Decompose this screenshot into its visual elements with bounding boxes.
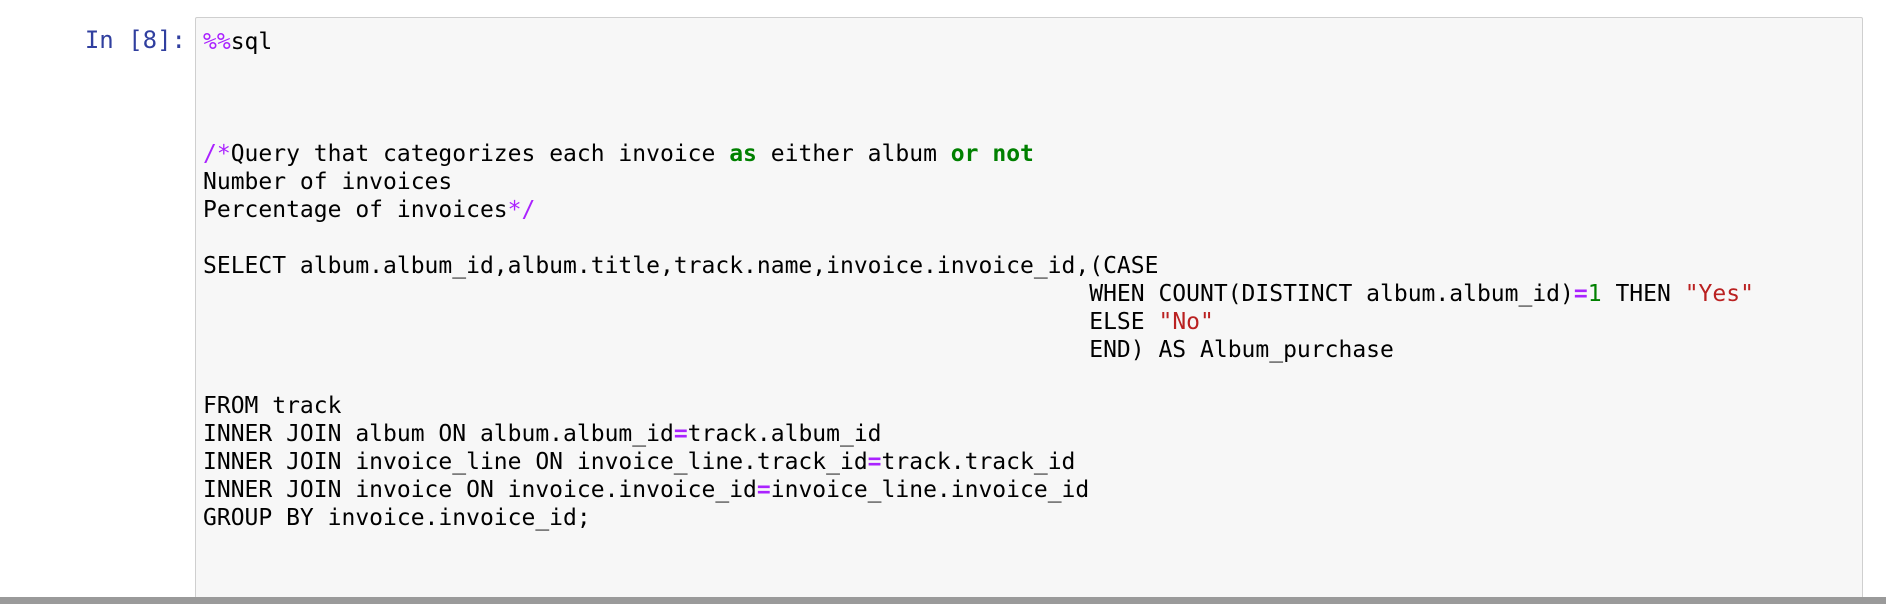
code-text: Query that categorizes each invoice [230, 141, 730, 167]
operator-token: = [867, 449, 882, 475]
comment-delimiter: */ [507, 197, 536, 223]
code-line: INNER JOIN album ON album.album_id=track… [203, 420, 1754, 448]
bottom-border [0, 597, 1886, 604]
code-line: END) AS Album_purchase [203, 336, 1754, 364]
code-line: %%sql [203, 28, 1754, 56]
magic-token: %% [203, 29, 231, 55]
code-line: Number of invoices [203, 168, 1754, 196]
code-line: INNER JOIN invoice ON invoice.invoice_id… [203, 476, 1754, 504]
code-line: GROUP BY invoice.invoice_id; [203, 504, 1754, 532]
code-text: invoice_line.invoice_id [770, 477, 1090, 503]
code-text: track.track_id [881, 449, 1076, 475]
code-text: either album [756, 141, 951, 167]
code-line: /*Query that categorizes each invoice as… [203, 140, 1754, 168]
code-line: FROM track [203, 392, 1754, 420]
operator-token: = [673, 421, 688, 447]
code-editor[interactable]: %%sql /*Query that categorizes each invoi… [195, 17, 1863, 599]
keyword-token: not [992, 141, 1034, 167]
code-text: Percentage of invoices [203, 197, 508, 223]
string-token: "Yes" [1684, 281, 1754, 307]
number-token: 1 [1587, 281, 1602, 307]
code-text: track.album_id [687, 421, 882, 447]
code-text: GROUP BY invoice.invoice_id; [203, 505, 591, 531]
code-line: Percentage of invoices*/ [203, 196, 1754, 224]
code-line: INNER JOIN invoice_line ON invoice_line.… [203, 448, 1754, 476]
code-text: INNER JOIN album ON album.album_id [203, 421, 674, 447]
keyword-token: as [729, 141, 757, 167]
code-text: INNER JOIN invoice_line ON invoice_line.… [203, 449, 868, 475]
code-text: END) AS Album_purchase [203, 337, 1394, 363]
comment-delimiter: /* [203, 141, 231, 167]
code-text: WHEN COUNT(DISTINCT album.album_id) [203, 281, 1574, 307]
code-text: INNER JOIN invoice ON invoice.invoice_id [203, 477, 757, 503]
code-line: ELSE "No" [203, 308, 1754, 336]
code-text: SELECT album.album_id,album.title,track.… [203, 253, 1159, 279]
code-text: sql [230, 29, 273, 55]
input-prompt: In [8]: [84, 26, 186, 54]
code-text: FROM track [203, 393, 342, 419]
sql-code: %%sql /*Query that categorizes each invoi… [203, 28, 1754, 532]
code-line: WHEN COUNT(DISTINCT album.album_id)=1 TH… [203, 280, 1754, 308]
operator-token: = [1573, 281, 1588, 307]
code-text: Number of invoices [203, 169, 453, 195]
code-cell: In [8]: %%sql /*Query that categorizes ea… [0, 0, 1886, 604]
code-text: THEN [1601, 281, 1685, 307]
operator-token: = [756, 477, 771, 503]
keyword-token: or [950, 141, 979, 167]
code-text: ELSE [203, 309, 1159, 335]
code-line: SELECT album.album_id,album.title,track.… [203, 252, 1754, 280]
string-token: "No" [1158, 309, 1214, 335]
